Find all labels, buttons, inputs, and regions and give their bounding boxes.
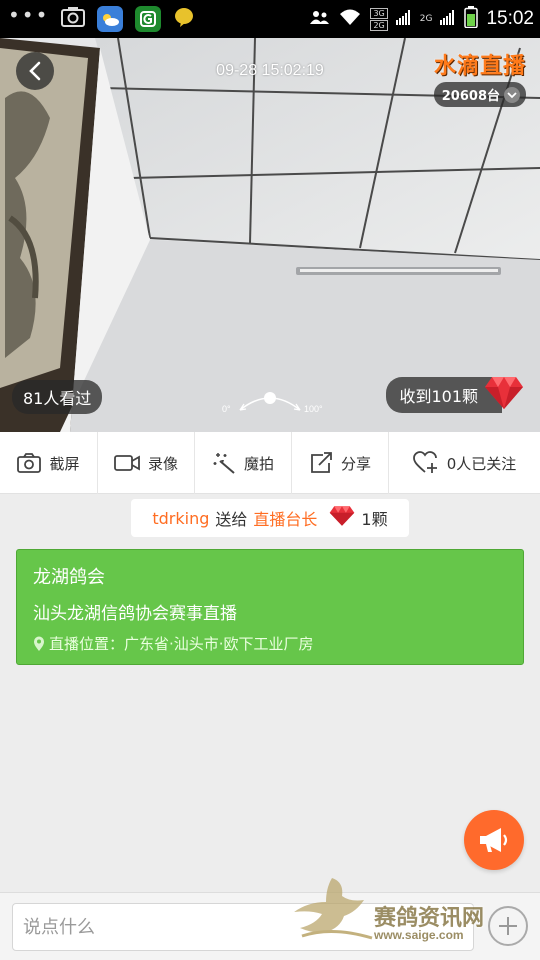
dual-signal-indicator: 3G 2G bbox=[370, 7, 388, 31]
security-app-icon bbox=[135, 6, 162, 32]
channel-info-card[interactable]: 龙湖鸽会 汕头龙湖信鸽协会赛事直播 直播位置：广东省·汕头市·欧下工业厂房 bbox=[16, 549, 524, 665]
device-count-label: 20608台 bbox=[441, 89, 500, 104]
battery-icon bbox=[464, 6, 479, 32]
add-button[interactable] bbox=[488, 906, 528, 946]
share-icon bbox=[311, 452, 332, 473]
action-toolbar: 截屏 录像 魔拍 分享 0人已关注 bbox=[0, 432, 540, 494]
megaphone-icon bbox=[480, 828, 508, 852]
chevron-down-icon bbox=[504, 86, 520, 103]
follow-button[interactable]: 0人已关注 bbox=[389, 432, 540, 494]
channel-location: 直播位置：广东省·汕头市·欧下工业厂房 bbox=[33, 633, 507, 654]
gift-verb: 送给 bbox=[215, 510, 248, 529]
wifi-icon bbox=[338, 8, 362, 30]
device-count-dropdown[interactable]: 20608台 bbox=[433, 82, 526, 107]
gift-recipient: 直播台长 bbox=[253, 510, 318, 529]
signal-label-3g: 3G bbox=[370, 7, 388, 19]
angle-min-label: 0° bbox=[222, 404, 231, 414]
video-camera-icon bbox=[114, 455, 140, 471]
comment-bar bbox=[0, 892, 540, 960]
signal-bars-icon bbox=[395, 9, 412, 29]
signal-label-2g: 2G bbox=[370, 19, 388, 31]
channel-location-text: 直播位置：广东省·汕头市·欧下工业厂房 bbox=[49, 635, 314, 653]
screenshot-label: 截屏 bbox=[49, 454, 80, 473]
account-icon bbox=[310, 9, 330, 29]
share-label: 分享 bbox=[340, 454, 371, 473]
status-bar-system: 3G 2G 2G 15:02 bbox=[310, 0, 534, 38]
magic-shot-button[interactable]: 魔拍 bbox=[195, 432, 292, 494]
diamond-icon bbox=[484, 375, 524, 415]
clock: 15:02 bbox=[486, 8, 534, 29]
plus-icon bbox=[499, 917, 517, 935]
magic-wand-icon bbox=[213, 453, 235, 474]
chat-bubble-icon bbox=[173, 6, 195, 32]
angle-slider-knob bbox=[264, 392, 276, 404]
gift-notification: tdrking 送给 直播台长 1颗 bbox=[131, 499, 409, 537]
channel-title: 龙湖鸽会 bbox=[33, 567, 105, 588]
camera-angle-scale[interactable]: 0° 100° bbox=[220, 390, 330, 420]
magic-shot-label: 魔拍 bbox=[243, 454, 274, 473]
gift-amount: 1颗 bbox=[361, 510, 388, 529]
screenshot-button[interactable]: 截屏 bbox=[0, 432, 98, 494]
more-notifications-icon: ••• bbox=[8, 3, 50, 27]
diamond-icon bbox=[329, 505, 355, 531]
comment-input[interactable] bbox=[12, 903, 474, 951]
received-gems-badge: 收到101颗 bbox=[386, 375, 524, 415]
weather-app-icon bbox=[97, 6, 124, 32]
heart-plus-icon bbox=[412, 451, 437, 473]
broadcast-button[interactable] bbox=[464, 810, 524, 870]
signal-label-2g-second: 2G bbox=[419, 14, 433, 24]
location-pin-icon bbox=[34, 636, 44, 651]
record-label: 录像 bbox=[147, 454, 178, 473]
camera-icon bbox=[17, 453, 42, 473]
brand-logo-text: 水滴直播 bbox=[433, 54, 526, 79]
channel-description: 汕头龙湖信鸽协会赛事直播 bbox=[33, 604, 237, 624]
share-button[interactable]: 分享 bbox=[292, 432, 389, 494]
live-video-player[interactable]: 09-28 15:02:19 水滴直播 20608台 81人看过 0° 100°… bbox=[0, 38, 540, 432]
gift-sender[interactable]: tdrking bbox=[152, 509, 209, 528]
screenshot-notification-icon bbox=[61, 6, 86, 32]
status-bar-notifications: ••• bbox=[8, 0, 195, 38]
viewer-count-badge: 81人看过 bbox=[12, 380, 103, 414]
follow-count-label: 0人已关注 bbox=[446, 454, 517, 473]
signal-bars-icon-2 bbox=[440, 9, 456, 29]
record-button[interactable]: 录像 bbox=[98, 432, 195, 494]
brand-badge: 水滴直播 20608台 bbox=[433, 48, 526, 107]
status-bar: ••• 3G 2G 2G 15:02 bbox=[0, 0, 540, 38]
angle-max-label: 100° bbox=[304, 404, 323, 414]
